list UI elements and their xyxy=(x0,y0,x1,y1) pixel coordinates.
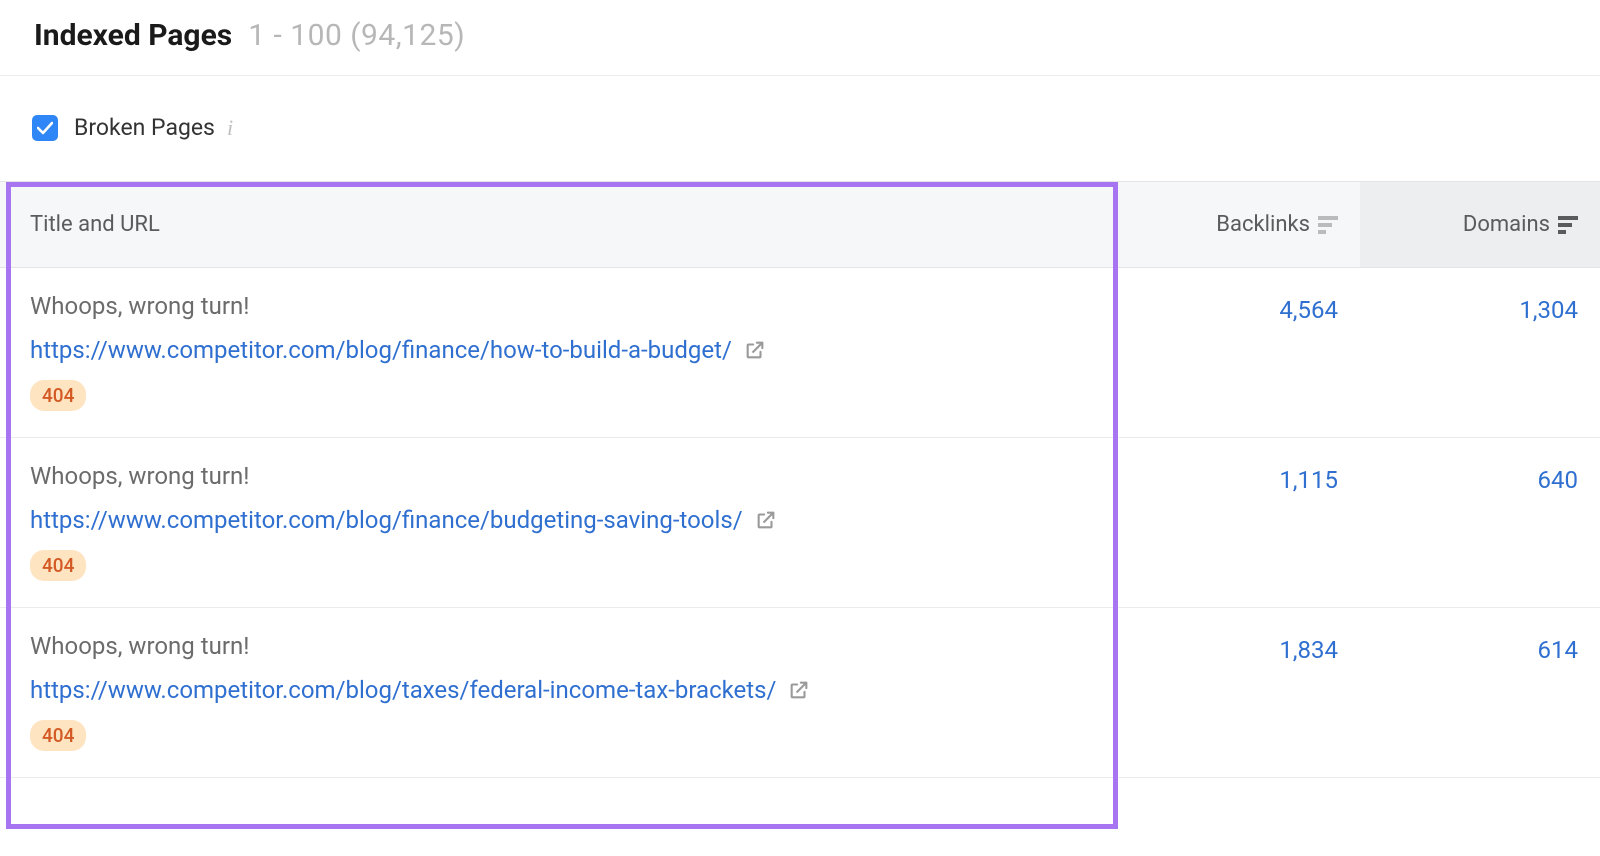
column-domains-label: Domains xyxy=(1463,212,1550,237)
cell-title-url: Whoops, wrong turn! https://www.competito… xyxy=(0,632,1124,751)
backlinks-value[interactable]: 1,834 xyxy=(1279,636,1338,664)
column-title-url-label: Title and URL xyxy=(30,212,160,237)
page-url-link[interactable]: https://www.competitor.com/blog/finance/… xyxy=(30,506,743,534)
domains-value[interactable]: 640 xyxy=(1538,466,1578,494)
external-link-icon[interactable] xyxy=(744,339,766,361)
column-backlinks[interactable]: Backlinks xyxy=(1124,212,1360,237)
page-title-text: Whoops, wrong turn! xyxy=(30,292,1124,320)
domains-value[interactable]: 614 xyxy=(1538,636,1578,664)
cell-title-url: Whoops, wrong turn! https://www.competito… xyxy=(0,292,1124,411)
url-line: https://www.competitor.com/blog/finance/… xyxy=(30,506,1124,534)
cell-title-url: Whoops, wrong turn! https://www.competito… xyxy=(0,462,1124,581)
cell-backlinks: 4,564 xyxy=(1124,292,1360,411)
filter-row: Broken Pages i xyxy=(0,76,1600,181)
cell-backlinks: 1,834 xyxy=(1124,632,1360,751)
cell-backlinks: 1,115 xyxy=(1124,462,1360,581)
page-title-text: Whoops, wrong turn! xyxy=(30,462,1124,490)
external-link-icon[interactable] xyxy=(755,509,777,531)
cell-domains: 1,304 xyxy=(1360,292,1600,411)
column-domains[interactable]: Domains xyxy=(1360,182,1600,267)
broken-pages-checkbox[interactable] xyxy=(32,115,58,141)
external-link-icon[interactable] xyxy=(788,679,810,701)
status-badge: 404 xyxy=(30,380,86,411)
sort-icon xyxy=(1318,216,1338,234)
url-line: https://www.competitor.com/blog/finance/… xyxy=(30,336,1124,364)
backlinks-value[interactable]: 1,115 xyxy=(1279,466,1338,494)
backlinks-value[interactable]: 4,564 xyxy=(1279,296,1338,324)
cell-domains: 640 xyxy=(1360,462,1600,581)
info-icon[interactable]: i xyxy=(227,115,233,141)
table-row: Whoops, wrong turn! https://www.competito… xyxy=(0,268,1600,438)
sort-icon xyxy=(1558,216,1578,234)
page-url-link[interactable]: https://www.competitor.com/blog/finance/… xyxy=(30,336,732,364)
cell-domains: 614 xyxy=(1360,632,1600,751)
url-line: https://www.competitor.com/blog/taxes/fe… xyxy=(30,676,1124,704)
column-backlinks-label: Backlinks xyxy=(1216,212,1310,237)
status-badge: 404 xyxy=(30,550,86,581)
page-title-text: Whoops, wrong turn! xyxy=(30,632,1124,660)
domains-value[interactable]: 1,304 xyxy=(1519,296,1578,324)
check-icon xyxy=(37,121,53,135)
page-title: Indexed Pages xyxy=(34,18,232,53)
status-badge: 404 xyxy=(30,720,86,751)
page-url-link[interactable]: https://www.competitor.com/blog/taxes/fe… xyxy=(30,676,776,704)
table-row: Whoops, wrong turn! https://www.competito… xyxy=(0,608,1600,778)
column-title-url[interactable]: Title and URL xyxy=(0,212,1124,237)
header: Indexed Pages 1 - 100 (94,125) xyxy=(0,0,1600,76)
page-count: 1 - 100 (94,125) xyxy=(248,18,465,53)
table-header: Title and URL Backlinks Domains xyxy=(0,182,1600,268)
table-row: Whoops, wrong turn! https://www.competito… xyxy=(0,438,1600,608)
broken-pages-label: Broken Pages xyxy=(74,114,215,141)
table: Title and URL Backlinks Domains Whoops, … xyxy=(0,181,1600,778)
